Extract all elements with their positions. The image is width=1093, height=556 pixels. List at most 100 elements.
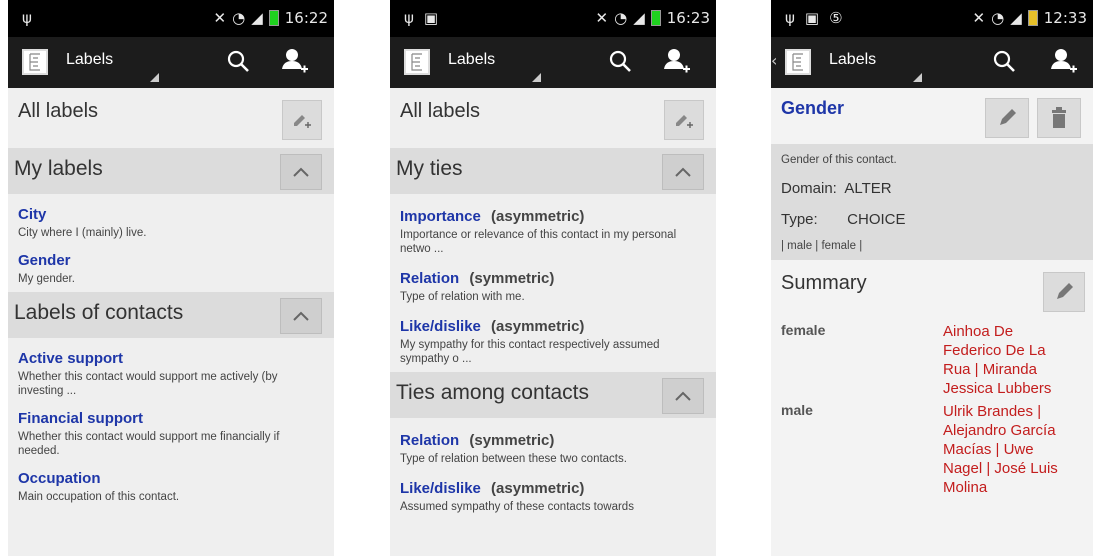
- page-title: All labels: [400, 100, 481, 122]
- signal-icon: ◢: [251, 9, 263, 27]
- section-my-labels: My labels: [8, 148, 334, 194]
- list-item[interactable]: Like/dislike (asymmetric) Assumed sympat…: [390, 478, 716, 514]
- search-icon[interactable]: [607, 48, 633, 78]
- trash-icon: [1052, 107, 1066, 128]
- section-ties-among-contacts: Ties among contacts: [390, 372, 716, 418]
- screen-all-labels: ψ ✕ ◔ ◢ 16:22 Labels All labels My label…: [8, 0, 334, 556]
- mute-icon: ✕: [595, 9, 609, 27]
- list-item[interactable]: Relation (symmetric) Type of relation be…: [390, 430, 716, 466]
- content: All labels My labels City City where I (…: [8, 88, 334, 556]
- summary-key: female: [781, 322, 826, 338]
- app-logo-icon[interactable]: [22, 49, 48, 75]
- battery-icon: [268, 10, 279, 26]
- dropdown-icon[interactable]: [532, 73, 541, 82]
- add-label-button[interactable]: [664, 100, 704, 140]
- list-item[interactable]: City City where I (mainly) live.: [8, 206, 334, 240]
- delete-button[interactable]: [1037, 98, 1081, 138]
- image-icon: ▣: [804, 9, 820, 27]
- section-title: My ties: [396, 157, 463, 180]
- wifi-icon: ◔: [614, 9, 628, 27]
- add-label-icon: [676, 115, 693, 128]
- list-item[interactable]: Active support Whether this contact woul…: [8, 350, 334, 398]
- label-description: Whether this contact would support me fi…: [18, 431, 280, 457]
- label-description: My gender.: [18, 273, 75, 285]
- signal-icon: ◢: [1010, 9, 1022, 27]
- list-item[interactable]: Financial support Whether this contact w…: [8, 410, 334, 458]
- domain-label: Domain:: [781, 180, 837, 197]
- status-time: 16:22: [284, 9, 328, 27]
- page-title: All labels: [18, 100, 99, 122]
- summary-contacts[interactable]: Ulrik Brandes | Alejandro García Macías …: [943, 402, 1073, 497]
- tie-title: Relation: [400, 432, 460, 449]
- tie-title: Importance: [400, 208, 481, 225]
- wifi-icon: ◔: [232, 9, 246, 27]
- tie-description: My sympathy for this contact respectivel…: [400, 339, 660, 365]
- add-label-button[interactable]: [282, 100, 322, 140]
- content: Gender Gender of this contact. Domain: A…: [771, 88, 1093, 556]
- app-logo-icon[interactable]: [785, 49, 811, 75]
- summary-contacts[interactable]: Ainhoa De Federico De La Rua | Miranda J…: [943, 322, 1073, 398]
- collapse-button[interactable]: [280, 154, 322, 190]
- label-info-panel: Gender of this contact. Domain: ALTER Ty…: [771, 144, 1093, 260]
- list-item[interactable]: Like/dislike (asymmetric) My sympathy fo…: [390, 316, 716, 366]
- dropdown-icon[interactable]: [150, 73, 159, 82]
- nfc-icon: ✕: [972, 9, 986, 27]
- list-item[interactable]: Relation (symmetric) Type of relation wi…: [390, 268, 716, 304]
- back-icon[interactable]: ‹: [771, 51, 777, 70]
- list-item[interactable]: Occupation Main occupation of this conta…: [8, 470, 334, 504]
- page-title: Gender: [781, 98, 845, 118]
- label-title: Financial support: [18, 410, 144, 427]
- status-bar: ψ ▣ ✕ ◔ ◢ 16:23: [390, 0, 716, 37]
- edit-button[interactable]: [985, 98, 1029, 138]
- pencil-icon: [1000, 109, 1016, 125]
- dropdown-icon[interactable]: [913, 73, 922, 82]
- chevron-up-icon: [293, 311, 309, 321]
- label-description: City where I (mainly) live.: [18, 227, 147, 239]
- tie-symmetry: (symmetric): [469, 270, 555, 287]
- app-logo-icon[interactable]: [404, 49, 430, 75]
- search-icon[interactable]: [225, 48, 251, 78]
- action-bar: Labels: [390, 37, 716, 88]
- tie-symmetry: (asymmetric): [491, 208, 585, 225]
- usb-icon: ψ: [785, 9, 795, 27]
- add-contact-icon[interactable]: [1049, 47, 1079, 79]
- label-title: City: [18, 206, 47, 223]
- tie-symmetry: (asymmetric): [491, 318, 585, 335]
- add-contact-icon[interactable]: [662, 47, 692, 79]
- chevron-up-icon: [675, 167, 691, 177]
- section-title: My labels: [14, 157, 103, 180]
- add-contact-icon[interactable]: [280, 47, 310, 79]
- list-item[interactable]: Gender My gender.: [8, 252, 334, 286]
- status-bar: ψ ✕ ◔ ◢ 16:22: [8, 0, 334, 37]
- action-bar: Labels: [8, 37, 334, 88]
- status-time: 16:23: [666, 9, 710, 27]
- collapse-button[interactable]: [662, 154, 704, 190]
- tie-description: Type of relation between these two conta…: [400, 453, 627, 465]
- edit-summary-button[interactable]: [1043, 272, 1085, 312]
- list-item[interactable]: Importance (asymmetric) Importance or re…: [390, 206, 716, 256]
- search-icon[interactable]: [991, 48, 1017, 78]
- battery-icon: [650, 10, 661, 26]
- label-title: Occupation: [18, 470, 101, 487]
- mute-icon: ✕: [213, 9, 227, 27]
- collapse-button[interactable]: [662, 378, 704, 414]
- wifi-icon: ◔: [991, 9, 1005, 27]
- add-label-icon: [294, 115, 311, 128]
- tie-symmetry: (asymmetric): [491, 480, 585, 497]
- action-bar-title[interactable]: Labels: [829, 51, 876, 69]
- summary-key: male: [781, 402, 813, 418]
- tie-title: Like/dislike: [400, 480, 481, 497]
- usb-icon: ψ: [404, 9, 414, 27]
- summary-row: female Ainhoa De Federico De La Rua | Mi…: [771, 322, 1093, 398]
- collapse-button[interactable]: [280, 298, 322, 334]
- image-icon: ▣: [423, 9, 439, 27]
- label-title: Gender: [18, 252, 71, 269]
- action-bar-title[interactable]: Labels: [66, 51, 113, 69]
- tie-title: Like/dislike: [400, 318, 481, 335]
- status-bar: ψ ▣ ⑤ ✕ ◔ ◢ 12:33: [771, 0, 1093, 37]
- usb-icon: ψ: [22, 9, 32, 27]
- action-bar-title[interactable]: Labels: [448, 51, 495, 69]
- summary-row: male Ulrik Brandes | Alejandro García Ma…: [771, 402, 1093, 497]
- choice-values: | male | female |: [781, 240, 863, 252]
- summary-title: Summary: [781, 272, 867, 294]
